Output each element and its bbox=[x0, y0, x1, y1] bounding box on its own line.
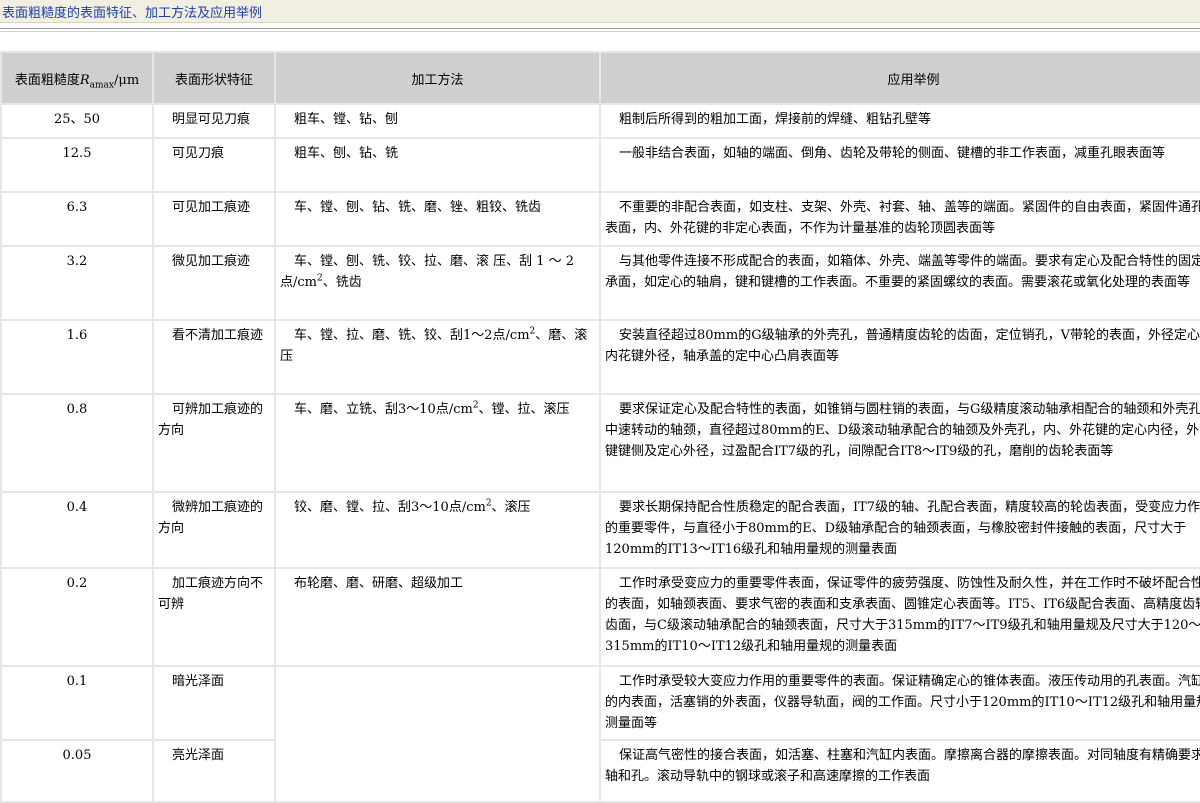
header-ra: 表面粗糙度Ramax/μm bbox=[2, 53, 152, 103]
cell-ra: 25、50 bbox=[2, 105, 152, 137]
cell-ra: 12.5 bbox=[2, 139, 152, 191]
cell-ra: 0.4 bbox=[2, 493, 152, 567]
cell-method: 粗车、刨、钻、铣 bbox=[276, 139, 599, 191]
table-row: 0.1 暗光泽面 工作时承受较大变应力作用的重要零件的表面。保证精确定心的锥体表… bbox=[2, 667, 1200, 801]
cell-method: 铰、磨、镗、拉、刮3～10点/cm2、滚压 bbox=[276, 493, 599, 567]
cell-application: 粗制后所得到的粗加工面，焊接前的焊缝、粗钻孔壁等 bbox=[601, 105, 1200, 137]
cell-method: 车、磨、立铣、刮3～10点/cm2、镗、拉、滚压 bbox=[276, 395, 599, 491]
table-row: 6.3 可见加工痕迹 车、镗、刨、钻、铣、磨、锉、粗铰、铣齿 不重要的非配合表面… bbox=[2, 193, 1200, 245]
cell-shape: 可见刀痕 bbox=[154, 139, 274, 191]
cell-method: 粗车、镗、钻、刨 bbox=[276, 105, 599, 137]
cell-application: 一般非结合表面，如轴的端面、倒角、齿轮及带轮的侧面、键槽的非工作表面，减重孔眼表… bbox=[601, 139, 1200, 191]
cell-application: 不重要的非配合表面，如支柱、支架、外壳、衬套、轴、盖等的端面。紧固件的自由表面，… bbox=[601, 193, 1200, 245]
cell-shape: 加工痕迹方向不可辨 bbox=[154, 569, 274, 665]
cell-shape: 微辨加工痕迹的方向 bbox=[154, 493, 274, 567]
cell-method: 车、镗、刨、钻、铣、磨、锉、粗铰、铣齿 bbox=[276, 193, 599, 245]
cell-ra: 1.6 bbox=[2, 321, 152, 393]
cell-ra: 0.8 bbox=[2, 395, 152, 491]
cell-application: 工作时承受较大变应力作用的重要零件的表面。保证精确定心的锥体表面。液压传动用的孔… bbox=[601, 667, 1200, 739]
table-row: 25、50 明显可见刀痕 粗车、镗、钻、刨 粗制后所得到的粗加工面，焊接前的焊缝… bbox=[2, 105, 1200, 137]
table-row: 0.05 亮光泽面 保证高气密性的接合表面，如活塞、柱塞和汽缸内表面。摩擦离合器… bbox=[2, 741, 1200, 801]
table-header-row: 表面粗糙度Ramax/μm 表面形状特征 加工方法 应用举例 bbox=[2, 53, 1200, 103]
cell-application: 要求长期保持配合性质稳定的配合表面，IT7级的轴、孔配合表面，精度较高的轮齿表面… bbox=[601, 493, 1200, 567]
page-title: 表面粗糙度的表面特征、加工方法及应用举例 bbox=[2, 6, 263, 21]
table-row: 0.8 可辨加工痕迹的方向 车、磨、立铣、刮3～10点/cm2、镗、拉、滚压 要… bbox=[2, 395, 1200, 491]
cell-application: 工作时承受变应力的重要零件表面，保证零件的疲劳强度、防蚀性及耐久性，并在工作时不… bbox=[601, 569, 1200, 665]
table-row: 0.2 加工痕迹方向不可辨 布轮磨、磨、研磨、超级加工 工作时承受变应力的重要零… bbox=[2, 569, 1200, 665]
cell-shape: 暗光泽面 bbox=[154, 667, 274, 739]
table-row: 0.4 微辨加工痕迹的方向 铰、磨、镗、拉、刮3～10点/cm2、滚压 要求长期… bbox=[2, 493, 1200, 567]
cell-ra: 0.05 bbox=[2, 741, 152, 801]
cell-method: 车、镗、刨、铣、铰、拉、磨、滚 压、刮 1 ～ 2点/cm2、铣齿 bbox=[276, 247, 599, 319]
cell-shape: 明显可见刀痕 bbox=[154, 105, 274, 137]
table-row: 1.6 看不清加工痕迹 车、镗、拉、磨、铣、铰、刮1～2点/cm2、磨、滚压 安… bbox=[2, 321, 1200, 393]
title-bar: 表面粗糙度的表面特征、加工方法及应用举例 bbox=[0, 0, 1200, 23]
cell-shape: 微见加工痕迹 bbox=[154, 247, 274, 319]
cell-shape: 可见加工痕迹 bbox=[154, 193, 274, 245]
cell-shape: 可辨加工痕迹的方向 bbox=[154, 395, 274, 491]
header-shape: 表面形状特征 bbox=[154, 53, 274, 103]
cell-method bbox=[276, 667, 599, 801]
divider-line bbox=[0, 28, 1200, 29]
cell-application: 安装直径超过80mm的G级轴承的外壳孔，普通精度齿轮的齿面，定位销孔，V带轮的表… bbox=[601, 321, 1200, 393]
cell-ra: 6.3 bbox=[2, 193, 152, 245]
header-method: 加工方法 bbox=[276, 53, 599, 103]
cell-application: 要求保证定心及配合特性的表面，如锥销与圆柱销的表面，与G级精度滚动轴承相配合的轴… bbox=[601, 395, 1200, 491]
cell-ra: 0.2 bbox=[2, 569, 152, 665]
cell-method: 布轮磨、磨、研磨、超级加工 bbox=[276, 569, 599, 665]
table-row: 3.2 微见加工痕迹 车、镗、刨、铣、铰、拉、磨、滚 压、刮 1 ～ 2点/cm… bbox=[2, 247, 1200, 319]
cell-shape: 看不清加工痕迹 bbox=[154, 321, 274, 393]
table-row: 12.5 可见刀痕 粗车、刨、钻、铣 一般非结合表面，如轴的端面、倒角、齿轮及带… bbox=[2, 139, 1200, 191]
cell-ra: 0.1 bbox=[2, 667, 152, 739]
cell-application: 与其他零件连接不形成配合的表面，如箱体、外壳、端盖等零件的端面。要求有定心及配合… bbox=[601, 247, 1200, 319]
header-application: 应用举例 bbox=[601, 53, 1200, 103]
cell-application: 保证高气密性的接合表面，如活塞、柱塞和汽缸内表面。摩擦离合器的摩擦表面。对同轴度… bbox=[601, 741, 1200, 801]
cell-method: 车、镗、拉、磨、铣、铰、刮1～2点/cm2、磨、滚压 bbox=[276, 321, 599, 393]
divider-line-2 bbox=[0, 31, 1200, 32]
roughness-table: 表面粗糙度Ramax/μm 表面形状特征 加工方法 应用举例 25、50 明显可… bbox=[0, 51, 1200, 803]
cell-ra: 3.2 bbox=[2, 247, 152, 319]
cell-shape: 亮光泽面 bbox=[154, 741, 274, 801]
